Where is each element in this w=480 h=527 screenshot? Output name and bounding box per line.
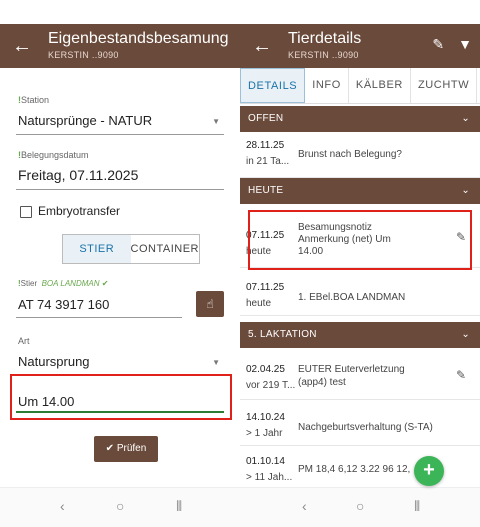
stier-container-toggle: STIER CONTAINER [62, 234, 200, 264]
stier-label: !Stier BOA LANDMAN ✔ [18, 279, 109, 288]
anmerkung-input[interactable]: Um 14.00 [18, 394, 74, 409]
belegungsdatum-field[interactable]: Freitag, 07.11.2025 [18, 167, 138, 183]
pencil-icon[interactable]: ✎ [432, 36, 444, 52]
page-title: Eigenbestandsbesamung [48, 30, 229, 47]
chevron-down-icon: ⌄ [461, 329, 470, 340]
belegungsdatum-underline [16, 189, 224, 190]
filter-icon[interactable]: ▼ [458, 36, 472, 52]
art-select[interactable]: Natursprung [18, 354, 90, 369]
tab-zuchtw[interactable]: ZUCHTW [411, 68, 478, 103]
android-nav-bar: ‹ ○ ⦀ [0, 487, 240, 527]
stier-input[interactable]: AT 74 3917 160 [18, 297, 109, 312]
nav-recents-icon[interactable]: ⦀ [176, 498, 182, 515]
nav-back-icon[interactable]: ‹ [60, 498, 65, 514]
toggle-container[interactable]: CONTAINER [131, 235, 199, 263]
station-underline [16, 134, 224, 135]
list-item[interactable]: 28.11.25 in 21 Ta... Brunst nach Belegun… [240, 132, 480, 178]
app-bar: ← Eigenbestandsbesamung KERSTIN ..9090 [0, 24, 240, 68]
list-item[interactable]: 01.10.14 > 11 Jah... PM 18,4 6,12 3.22 9… [240, 446, 480, 488]
list-item[interactable]: 07.11.25 heute 1. EBel.BOA LANDMAN [240, 270, 480, 316]
anmerkung-underline [16, 411, 224, 413]
left-screen: ← Eigenbestandsbesamung KERSTIN ..9090 !… [0, 0, 240, 527]
station-select[interactable]: Natursprünge - NATUR [18, 113, 152, 128]
embryotransfer-label: Embryotransfer [38, 204, 121, 218]
station-label: !Station [18, 95, 50, 105]
tab-details[interactable]: DETAILS [240, 68, 306, 103]
section-heute[interactable]: HEUTE ⌄ [240, 178, 480, 204]
toggle-stier[interactable]: STIER [63, 235, 131, 263]
dropdown-caret-icon: ▼ [212, 358, 220, 367]
page-subtitle: KERSTIN ..9090 [48, 50, 119, 60]
nav-recents-icon[interactable]: ⦀ [414, 498, 420, 515]
art-label: Art [18, 336, 30, 346]
chevron-down-icon: ⌄ [461, 113, 470, 124]
nav-home-icon[interactable]: ○ [356, 498, 364, 514]
list-item[interactable]: 02.04.25 vor 219 T... EUTER Euterverletz… [240, 350, 480, 400]
check-icon: ✔ [105, 443, 117, 454]
back-arrow-icon[interactable]: ← [10, 34, 34, 58]
status-bar [240, 0, 480, 24]
tab-kaelber[interactable]: KÄLBER [349, 68, 411, 103]
section-offen[interactable]: OFFEN ⌄ [240, 106, 480, 132]
status-bar [0, 0, 240, 24]
page-title: Tierdetails [288, 30, 362, 47]
app-bar-actions: ✎ ▼ [418, 36, 472, 53]
nav-home-icon[interactable]: ○ [116, 498, 124, 514]
android-nav-bar: ‹ ○ ⦀ [240, 487, 480, 527]
nav-back-icon[interactable]: ‹ [302, 498, 307, 514]
chevron-down-icon: ⌄ [461, 185, 470, 196]
back-arrow-icon[interactable]: ← [250, 34, 274, 58]
plus-icon: + [423, 459, 435, 481]
list-item[interactable]: 14.10.24 > 1 Jahr Nachgeburtsverhaltung … [240, 400, 480, 446]
hand-icon: ☝ [206, 297, 214, 311]
right-screen: ← Tierdetails KERSTIN ..9090 ✎ ▼ DETAILS … [240, 0, 480, 527]
page-subtitle: KERSTIN ..9090 [288, 50, 359, 60]
highlight-box [248, 210, 472, 270]
edit-note-icon[interactable]: ✎ [456, 368, 466, 382]
stier-picker-button[interactable]: ☝ [196, 291, 224, 317]
tab-info[interactable]: INFO [305, 68, 349, 103]
pruefen-button[interactable]: ✔ Prüfen [94, 436, 158, 462]
app-bar: ← Tierdetails KERSTIN ..9090 ✎ ▼ [240, 24, 480, 68]
tab-bar: DETAILS INFO KÄLBER ZUCHTW [240, 68, 480, 104]
stier-underline [16, 317, 182, 318]
add-fab-button[interactable]: + [414, 456, 444, 486]
section-laktation[interactable]: 5. LAKTATION ⌄ [240, 322, 480, 348]
dropdown-caret-icon: ▼ [212, 117, 220, 126]
belegungsdatum-label: !Belegungsdatum [18, 150, 89, 160]
embryotransfer-checkbox[interactable] [20, 206, 32, 218]
